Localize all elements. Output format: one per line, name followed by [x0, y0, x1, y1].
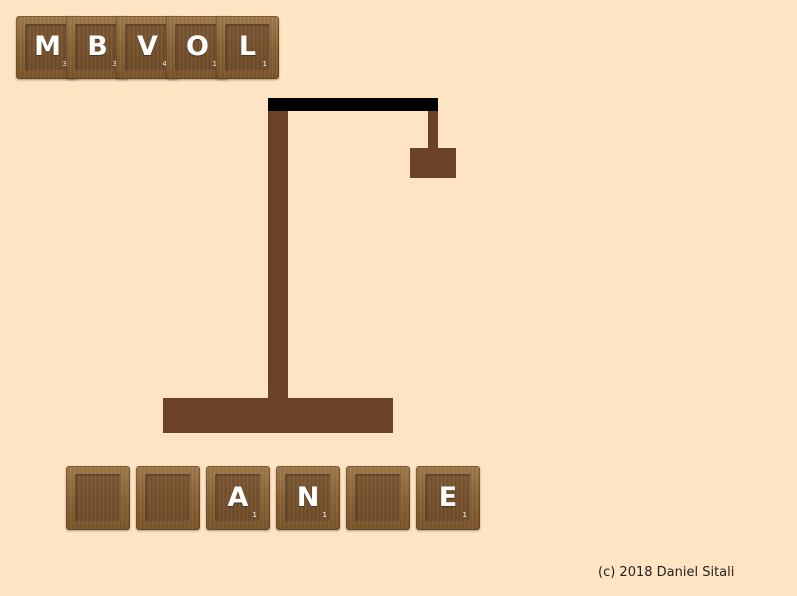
tile-letter: [136, 466, 200, 530]
guessed-letter-tile: L 1: [216, 16, 279, 79]
tile-letter: E: [438, 481, 458, 513]
gallows-top-beam: [268, 98, 438, 111]
tile-score: 1: [462, 511, 467, 519]
word-slot-tile: [66, 466, 130, 530]
word-slot-tile: E 1: [416, 466, 480, 530]
word-slot-tile: [136, 466, 200, 530]
tile-score: 1: [322, 511, 327, 519]
gallows-base: [163, 398, 393, 433]
hanged-man-head: [410, 148, 456, 178]
gallows-post: [268, 111, 288, 399]
tile-letter: L: [238, 31, 257, 62]
tile-letter: [66, 466, 130, 530]
copyright-notice: (c) 2018 Daniel Sitali: [598, 565, 735, 580]
tile-letter: [346, 466, 410, 530]
word-slot-tile: N 1: [276, 466, 340, 530]
tile-score: 1: [252, 511, 257, 519]
gallows-rope: [428, 111, 438, 149]
word-slot-tile: [346, 466, 410, 530]
word-slot-tile: A 1: [206, 466, 270, 530]
tile-score: 1: [262, 60, 267, 68]
tile-letter: N: [296, 481, 320, 513]
tile-letter: A: [227, 481, 249, 513]
